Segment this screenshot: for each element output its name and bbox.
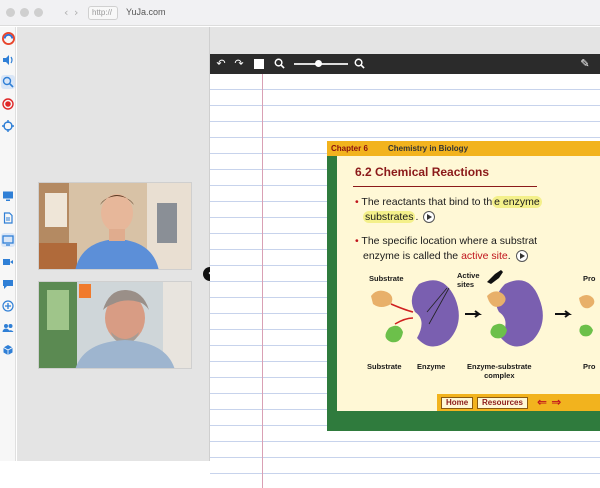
bullet-2-text-b: enzyme is called the [363,250,462,262]
label-active-sites: Active sites [457,271,480,289]
zoom-in-icon[interactable] [352,57,366,71]
label-substrate-bottom: Substrate [367,362,402,371]
slide-nav-arrows[interactable]: ⇐ ⇒ [537,394,561,410]
record-icon[interactable] [1,97,15,111]
redo-icon[interactable]: ↷ [232,57,246,71]
participant-video-2[interactable] [38,281,192,369]
add-icon[interactable] [1,299,15,313]
enzyme-diagram [371,280,595,347]
bullet-1-highlight: e enzyme [492,196,542,208]
pen-tool-icon[interactable]: ✎ [578,57,592,71]
section-underline [353,186,537,187]
browser-window: ‹ › http:// YuJa.com ↶ ↷ ✎ Chapter 6 Che… [0,0,600,488]
active-site-term: active site [461,250,508,262]
document-icon[interactable] [1,211,15,225]
window-close-icon[interactable] [6,8,15,17]
browser-toolbar: ‹ › http:// YuJa.com [0,0,600,26]
lesson-slide: Chapter 6 Chemistry in Biology 6.2 Chemi… [327,141,600,431]
url-chip[interactable]: http:// [88,6,118,20]
monitor-icon[interactable] [1,189,15,203]
slide-footer: Home Resources ⇐ ⇒ [437,394,600,411]
zoom-out-icon[interactable] [272,57,286,71]
window-maximize-icon[interactable] [34,8,43,17]
app-sidebar [0,27,16,461]
label-substrate-top: Substrate [369,274,404,283]
cube-icon[interactable] [1,343,15,357]
bullet-1-text-a: The reactants that bind to th [361,196,493,208]
bullet-2-line-1: • The specific location where a substrat [355,235,538,247]
section-title: 6.2 Chemical Reactions [355,165,490,179]
undo-icon[interactable]: ↶ [214,57,228,71]
home-button[interactable]: Home [441,397,474,409]
bullet-2-line-2: enzyme is called the active site. [363,250,528,263]
label-product-bottom: Pro [583,362,596,371]
participant-video-1[interactable] [38,182,192,270]
audio-play-icon[interactable] [423,211,436,224]
users-icon[interactable] [1,321,15,335]
back-button[interactable]: ‹ [64,6,68,19]
label-product-top: Pro [583,274,596,283]
zoom-slider-handle[interactable] [314,60,322,67]
whiteboard-canvas[interactable]: Chapter 6 Chemistry in Biology 6.2 Chemi… [210,74,600,488]
search-icon[interactable] [1,75,15,89]
chat-icon[interactable] [1,277,15,291]
slide-content: 6.2 Chemical Reactions • The reactants t… [337,156,600,411]
bullet-2-text-a: The specific location where a substrat [361,235,538,247]
bullet-1-line-2: substrates. [363,211,436,224]
margin-line [262,74,263,488]
forward-button[interactable]: › [74,6,78,19]
pointer-annotation-icon [487,270,503,284]
resources-button[interactable]: Resources [477,397,528,409]
address-bar[interactable]: YuJa.com [126,7,166,17]
screen-share-icon[interactable] [1,233,15,247]
window-minimize-icon[interactable] [20,8,29,17]
bullet-1-line-1: • The reactants that bind to th e enzyme [355,196,542,208]
target-icon[interactable] [1,119,15,133]
speaker-icon[interactable] [1,53,15,67]
chapter-label: Chapter 6 [327,141,384,156]
participants-panel [17,27,210,461]
label-enzyme: Enzyme [417,362,446,371]
stop-icon[interactable] [252,57,266,71]
bullet-2-period: . [507,250,511,262]
session-stage: ‹ ↶ ↷ ✎ Chapter 6 Chemistry in Biology [17,27,600,488]
bullet-1-period: . [415,211,419,223]
video-icon[interactable] [1,255,15,269]
label-enzyme-substrate-complex: Enzyme-substrate complex [467,362,532,380]
whiteboard-toolbar: ↶ ↷ ✎ [210,54,600,74]
bullet-1-substrates: substrates [363,211,416,223]
chapter-title: Chemistry in Biology [384,141,600,156]
yuja-logo-icon[interactable] [1,31,15,45]
audio-play-icon[interactable] [515,250,528,263]
